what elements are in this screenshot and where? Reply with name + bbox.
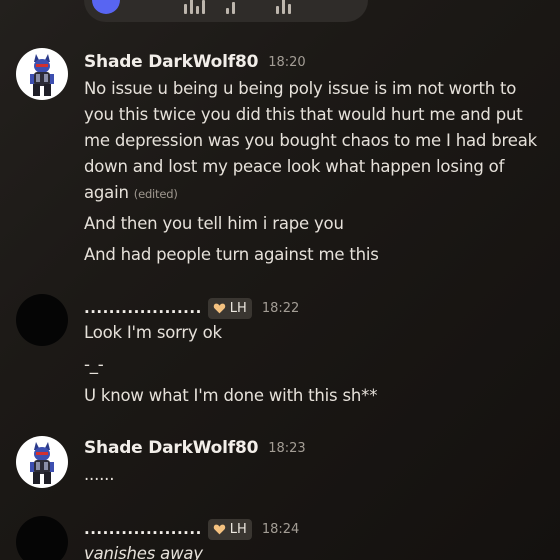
black-avatar[interactable] bbox=[16, 294, 68, 346]
message-line: And had people turn against me this bbox=[84, 245, 379, 264]
message-line: ...... bbox=[84, 465, 115, 484]
timestamp: 18:24 bbox=[261, 521, 300, 537]
play-icon[interactable] bbox=[92, 0, 120, 14]
message-line: down and lost my peace look what happen … bbox=[84, 157, 505, 176]
edited-label: (edited) bbox=[133, 187, 178, 201]
black-avatar[interactable] bbox=[16, 516, 68, 560]
waveform-icon bbox=[184, 0, 291, 14]
message-line-edited: again (edited) bbox=[84, 180, 546, 207]
username[interactable]: ................... bbox=[84, 520, 202, 538]
voice-message-player[interactable] bbox=[84, 0, 368, 22]
message-line: Look I'm sorry ok bbox=[84, 323, 222, 342]
message-line: -_- bbox=[84, 355, 104, 374]
message-text: again bbox=[84, 183, 129, 202]
message-line: vanishes away bbox=[84, 544, 203, 560]
message-line: you this twice you did this that would h… bbox=[84, 105, 523, 124]
timestamp: 18:22 bbox=[261, 300, 300, 316]
role-badge: LH bbox=[207, 297, 252, 319]
message-line: No issue u being u being poly issue is i… bbox=[84, 79, 517, 98]
badge-label: LH bbox=[229, 300, 247, 316]
badge-label: LH bbox=[229, 521, 247, 537]
username[interactable]: Shade DarkWolf80 bbox=[84, 438, 258, 458]
username[interactable]: ................... bbox=[84, 299, 202, 317]
wolf-avatar[interactable] bbox=[16, 436, 68, 488]
message-header: ................... LH 18:24 bbox=[84, 517, 299, 541]
message-header: Shade DarkWolf80 18:23 bbox=[84, 436, 306, 460]
message-header: Shade DarkWolf80 18:20 bbox=[84, 50, 306, 74]
message-header: ................... LH 18:22 bbox=[84, 296, 299, 320]
username[interactable]: Shade DarkWolf80 bbox=[84, 52, 258, 72]
message-line: me depression was you bought chaos to me… bbox=[84, 131, 537, 150]
wolf-avatar[interactable] bbox=[16, 48, 68, 100]
timestamp: 18:20 bbox=[268, 54, 306, 70]
timestamp: 18:23 bbox=[268, 440, 306, 456]
message-line: U know what I'm done with this sh** bbox=[84, 386, 378, 405]
message-line: And then you tell him i rape you bbox=[84, 214, 344, 233]
role-badge: LH bbox=[207, 518, 252, 540]
heart-icon bbox=[213, 303, 226, 313]
heart-icon bbox=[213, 524, 226, 534]
